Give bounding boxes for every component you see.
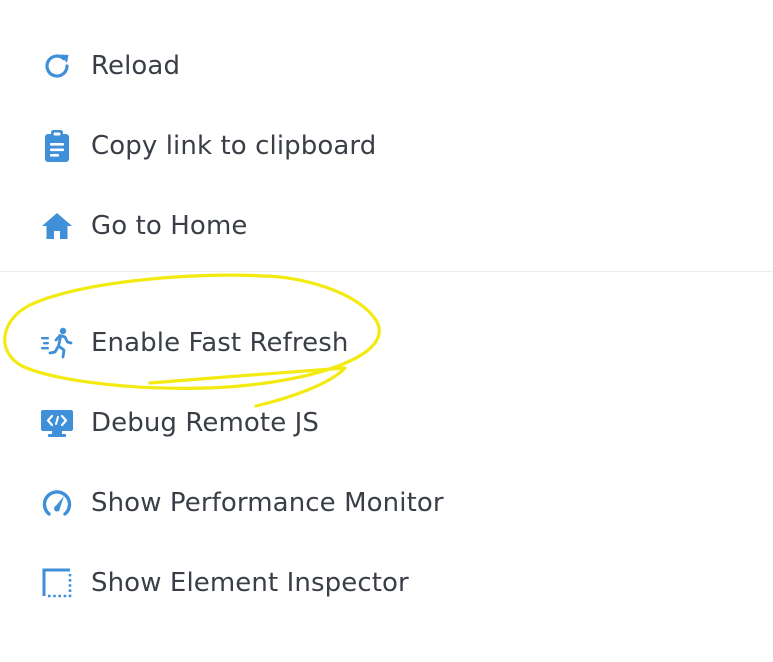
menu-item-enable-fast-refresh[interactable]: Enable Fast Refresh — [0, 303, 773, 383]
menu-item-label: Reload — [91, 51, 181, 81]
menu-item-copy-link[interactable]: Copy link to clipboard — [0, 106, 773, 186]
menu-item-debug-remote-js[interactable]: Debug Remote JS — [0, 383, 773, 463]
menu-item-label: Debug Remote JS — [91, 408, 320, 438]
menu-item-label: Show Element Inspector — [91, 568, 409, 598]
speedometer-icon — [38, 484, 76, 522]
menu-item-label: Show Performance Monitor — [91, 488, 444, 518]
menu-item-label: Go to Home — [91, 211, 248, 241]
menu-item-show-performance-monitor[interactable]: Show Performance Monitor — [0, 463, 773, 543]
reload-icon — [38, 47, 76, 85]
menu-item-go-home[interactable]: Go to Home — [0, 186, 773, 266]
menu-item-label: Enable Fast Refresh — [91, 328, 349, 358]
dev-menu: Reload Copy link to clipboard Go to Home — [0, 0, 773, 662]
clipboard-icon — [38, 127, 76, 165]
menu-divider — [0, 271, 773, 272]
menu-item-label: Copy link to clipboard — [91, 131, 377, 161]
running-person-icon — [38, 324, 76, 362]
home-icon — [38, 207, 76, 245]
inspector-selection-icon — [38, 564, 76, 602]
remote-debug-monitor-icon — [38, 404, 76, 442]
menu-item-reload[interactable]: Reload — [0, 26, 773, 106]
menu-item-show-element-inspector[interactable]: Show Element Inspector — [0, 543, 773, 623]
